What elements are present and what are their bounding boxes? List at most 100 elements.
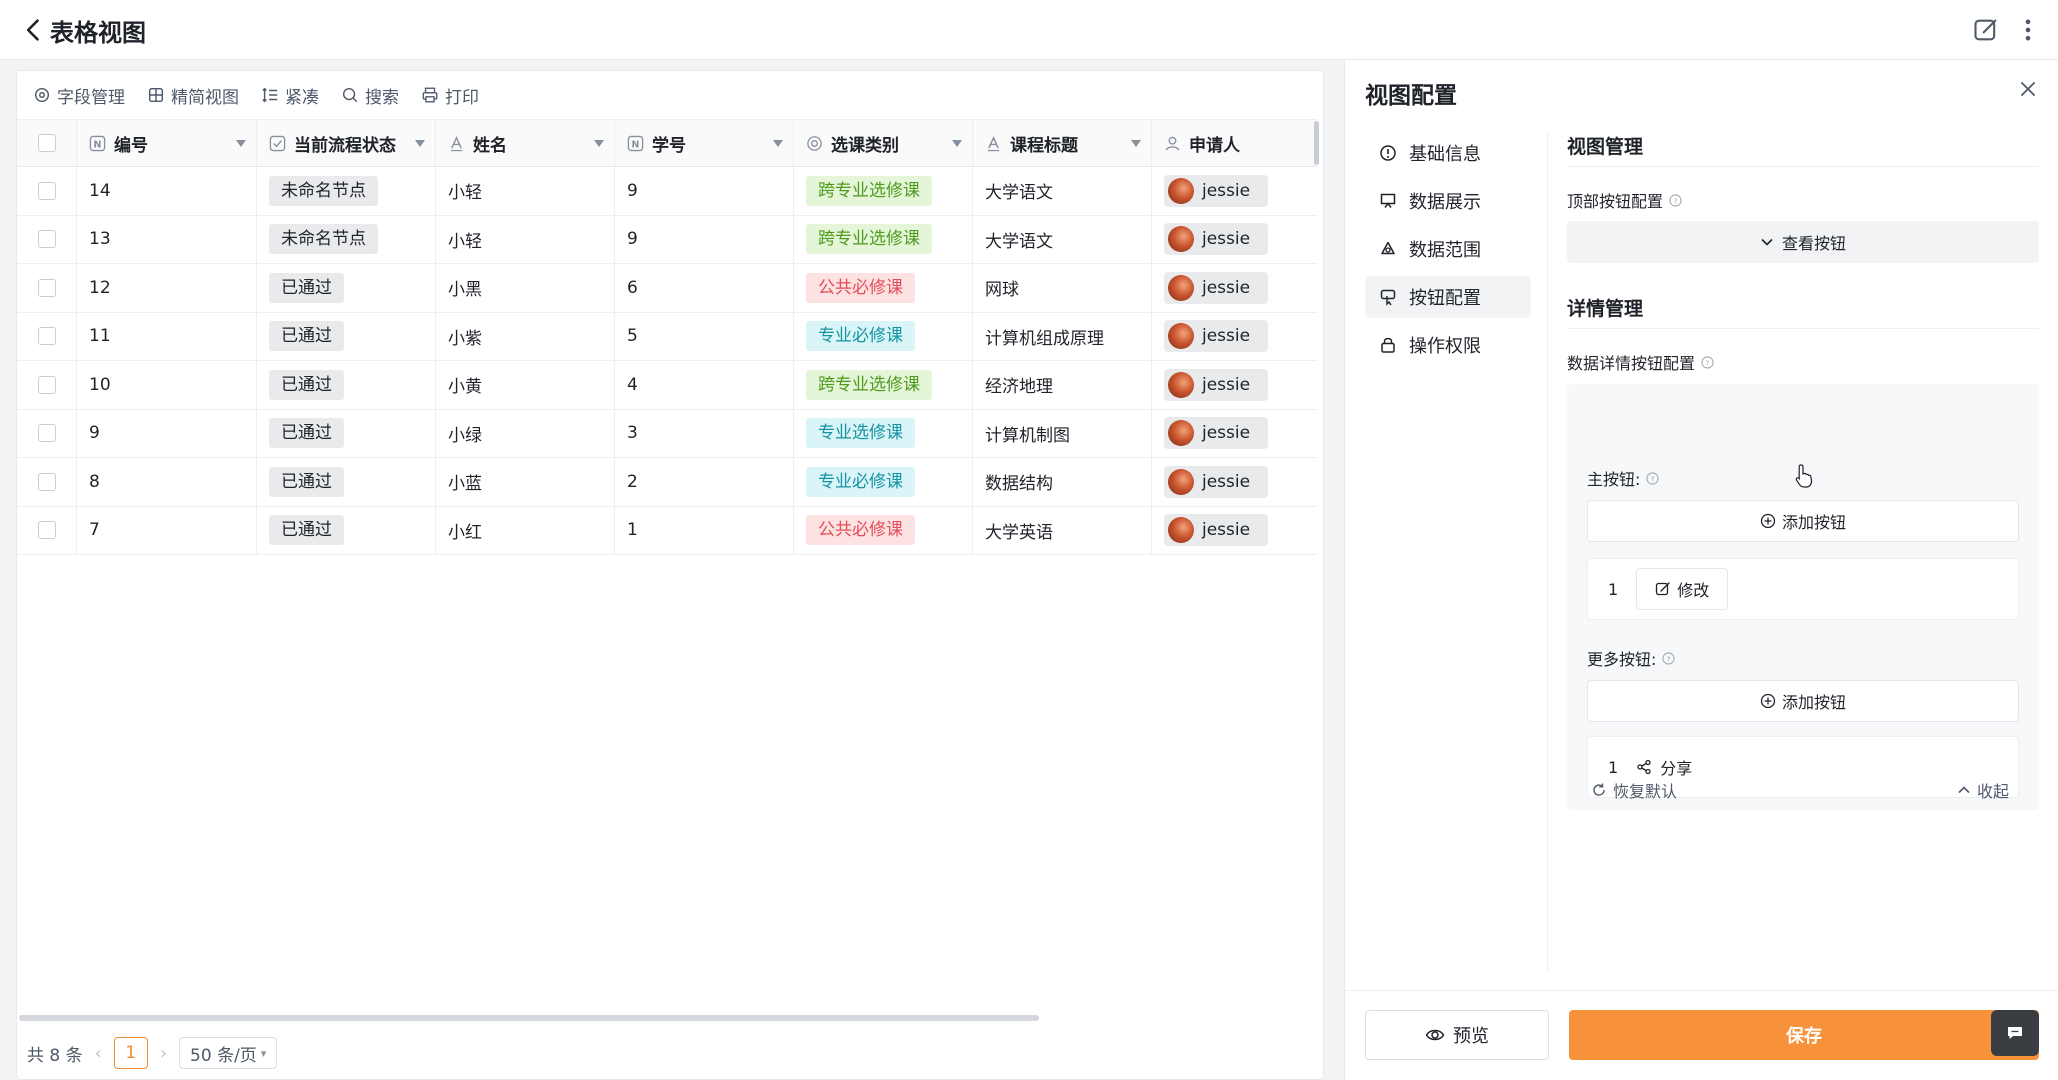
column-menu-icon[interactable] — [236, 140, 246, 147]
row-checkbox[interactable] — [37, 327, 56, 346]
horizontal-scrollbar[interactable] — [19, 1015, 1039, 1021]
more-vertical-icon[interactable] — [2018, 16, 2038, 44]
row-select[interactable] — [17, 215, 77, 263]
row-checkbox[interactable] — [37, 424, 56, 443]
svg-text:?: ? — [1674, 196, 1678, 205]
save-button[interactable]: 保存 — [1569, 1010, 2039, 1060]
column-menu-icon[interactable] — [773, 140, 783, 147]
column-header-id[interactable]: N 编号 — [77, 120, 257, 166]
help-icon[interactable]: ? — [1669, 193, 1682, 207]
cell-student-no: 5 — [615, 312, 794, 360]
simple-view-label: 精简视图 — [171, 87, 239, 108]
page-title: 表格视图 — [50, 19, 146, 47]
simple-view-button[interactable]: 精简视图 — [147, 83, 239, 108]
applicant-name: jessie — [1202, 229, 1251, 250]
cell-course: 大学英语 — [973, 506, 1152, 554]
restore-default-button[interactable]: 恢复默认 — [1591, 778, 1677, 802]
prev-page-icon[interactable]: ‹ — [95, 1043, 102, 1064]
user-chip: jessie — [1164, 514, 1269, 547]
nav-item-data-range[interactable]: 数据范围 — [1365, 228, 1531, 270]
cell-student-no: 3 — [615, 409, 794, 457]
button-config-icon — [1380, 289, 1396, 306]
page-number-current[interactable]: 1 — [113, 1037, 148, 1069]
next-page-icon[interactable]: › — [160, 1043, 167, 1064]
vertical-scrollbar[interactable] — [1314, 121, 1319, 165]
chat-button[interactable] — [1991, 1010, 2039, 1056]
table-row[interactable]: 8 已通过 小蓝 2 专业必修课 数据结构 jessie — [17, 458, 1317, 507]
row-checkbox[interactable] — [37, 230, 56, 249]
column-header-name[interactable]: 姓名 — [436, 120, 615, 166]
header-select-all[interactable] — [17, 120, 77, 166]
row-select[interactable] — [17, 264, 77, 312]
cell-category: 专业必修课 — [794, 312, 973, 360]
cell-id: 14 — [77, 167, 257, 215]
close-icon[interactable] — [2017, 78, 2039, 100]
row-select[interactable] — [17, 361, 77, 409]
nav-divider — [1547, 132, 1548, 972]
compact-button[interactable]: 紧凑 — [261, 83, 319, 108]
row-checkbox[interactable] — [37, 521, 56, 540]
avatar — [1168, 468, 1194, 495]
table-row[interactable]: 10 已通过 小黄 4 跨专业选修课 经济地理 jessie — [17, 361, 1317, 410]
table-row[interactable]: 13 未命名节点 小轻 9 跨专业选修课 大学语文 jessie — [17, 215, 1317, 264]
applicant-name: jessie — [1202, 471, 1251, 492]
column-menu-icon[interactable] — [594, 140, 604, 147]
nav-item-basic-info[interactable]: 基础信息 — [1365, 132, 1531, 174]
view-config-panel: 视图配置 基础信息 数据展示 数据范围 按钮配置 操作权限 视图管理 顶部按钮配… — [1344, 60, 2058, 1080]
row-select[interactable] — [17, 167, 77, 215]
row-select[interactable] — [17, 458, 77, 506]
cell-status: 已通过 — [257, 264, 436, 312]
row-select[interactable] — [17, 506, 77, 554]
view-buttons-toggle[interactable]: 查看按钮 — [1567, 221, 2039, 263]
cell-status: 已通过 — [257, 312, 436, 360]
table-row[interactable]: 9 已通过 小绿 3 专业选修课 计算机制图 jessie — [17, 409, 1317, 458]
table-row[interactable]: 11 已通过 小紫 5 专业必修课 计算机组成原理 jessie — [17, 312, 1317, 361]
table-body: 14 未命名节点 小轻 9 跨专业选修课 大学语文 jessie 13 未命名节… — [17, 167, 1317, 555]
category-tag: 公共必修课 — [806, 515, 915, 546]
search-button[interactable]: 搜索 — [341, 83, 399, 108]
nav-item-button-config[interactable]: 按钮配置 — [1365, 276, 1531, 318]
column-header-status[interactable]: 当前流程状态 — [257, 120, 436, 166]
eye-icon — [1425, 1029, 1445, 1041]
label-text: 顶部按钮配置 — [1567, 192, 1664, 211]
row-checkbox[interactable] — [37, 181, 56, 200]
row-select[interactable] — [17, 409, 77, 457]
column-menu-icon[interactable] — [952, 140, 962, 147]
cell-status: 已通过 — [257, 361, 436, 409]
column-menu-icon[interactable] — [415, 140, 425, 147]
help-icon[interactable]: ? — [1701, 355, 1714, 369]
edit-icon[interactable] — [1972, 16, 2000, 44]
select-field-icon — [807, 135, 822, 151]
column-header-category[interactable]: 选课类别 — [794, 120, 973, 166]
row-checkbox[interactable] — [37, 472, 56, 491]
nav-item-data-display[interactable]: 数据展示 — [1365, 180, 1531, 222]
nav-item-permissions[interactable]: 操作权限 — [1365, 324, 1531, 366]
row-select[interactable] — [17, 312, 77, 360]
table-row[interactable]: 7 已通过 小红 1 公共必修课 大学英语 jessie — [17, 506, 1317, 555]
back-arrow-icon[interactable] — [20, 16, 48, 44]
preview-button[interactable]: 预览 — [1365, 1010, 1549, 1060]
field-manage-button[interactable]: 字段管理 — [33, 83, 125, 108]
page-size-select[interactable]: 50 条/页 ▾ — [179, 1037, 278, 1069]
text-field-icon — [450, 135, 463, 151]
print-label: 打印 — [445, 87, 479, 108]
print-button[interactable]: 打印 — [421, 83, 479, 108]
mouse-pointer-icon — [1795, 464, 1813, 488]
user-chip: jessie — [1164, 465, 1269, 498]
table-row[interactable]: 14 未命名节点 小轻 9 跨专业选修课 大学语文 jessie — [17, 167, 1317, 216]
cell-name: 小轻 — [436, 167, 615, 215]
select-all-checkbox[interactable] — [37, 134, 56, 152]
cell-status: 未命名节点 — [257, 167, 436, 215]
table-row[interactable]: 12 已通过 小黑 6 公共必修课 网球 jessie — [17, 264, 1317, 313]
column-header-applicant[interactable]: 申请人 — [1152, 120, 1317, 166]
collapse-button[interactable]: 收起 — [1957, 778, 2009, 802]
column-header-course[interactable]: 课程标题 — [973, 120, 1152, 166]
number-field-icon: N — [627, 135, 644, 151]
column-header-student-no[interactable]: N 学号 — [615, 120, 794, 166]
collapse-label: 收起 — [1977, 782, 2010, 801]
status-tag: 未命名节点 — [269, 224, 378, 255]
config-nav: 基础信息 数据展示 数据范围 按钮配置 操作权限 — [1365, 132, 1531, 372]
row-checkbox[interactable] — [37, 375, 56, 394]
row-checkbox[interactable] — [37, 278, 56, 297]
column-menu-icon[interactable] — [1131, 140, 1141, 147]
